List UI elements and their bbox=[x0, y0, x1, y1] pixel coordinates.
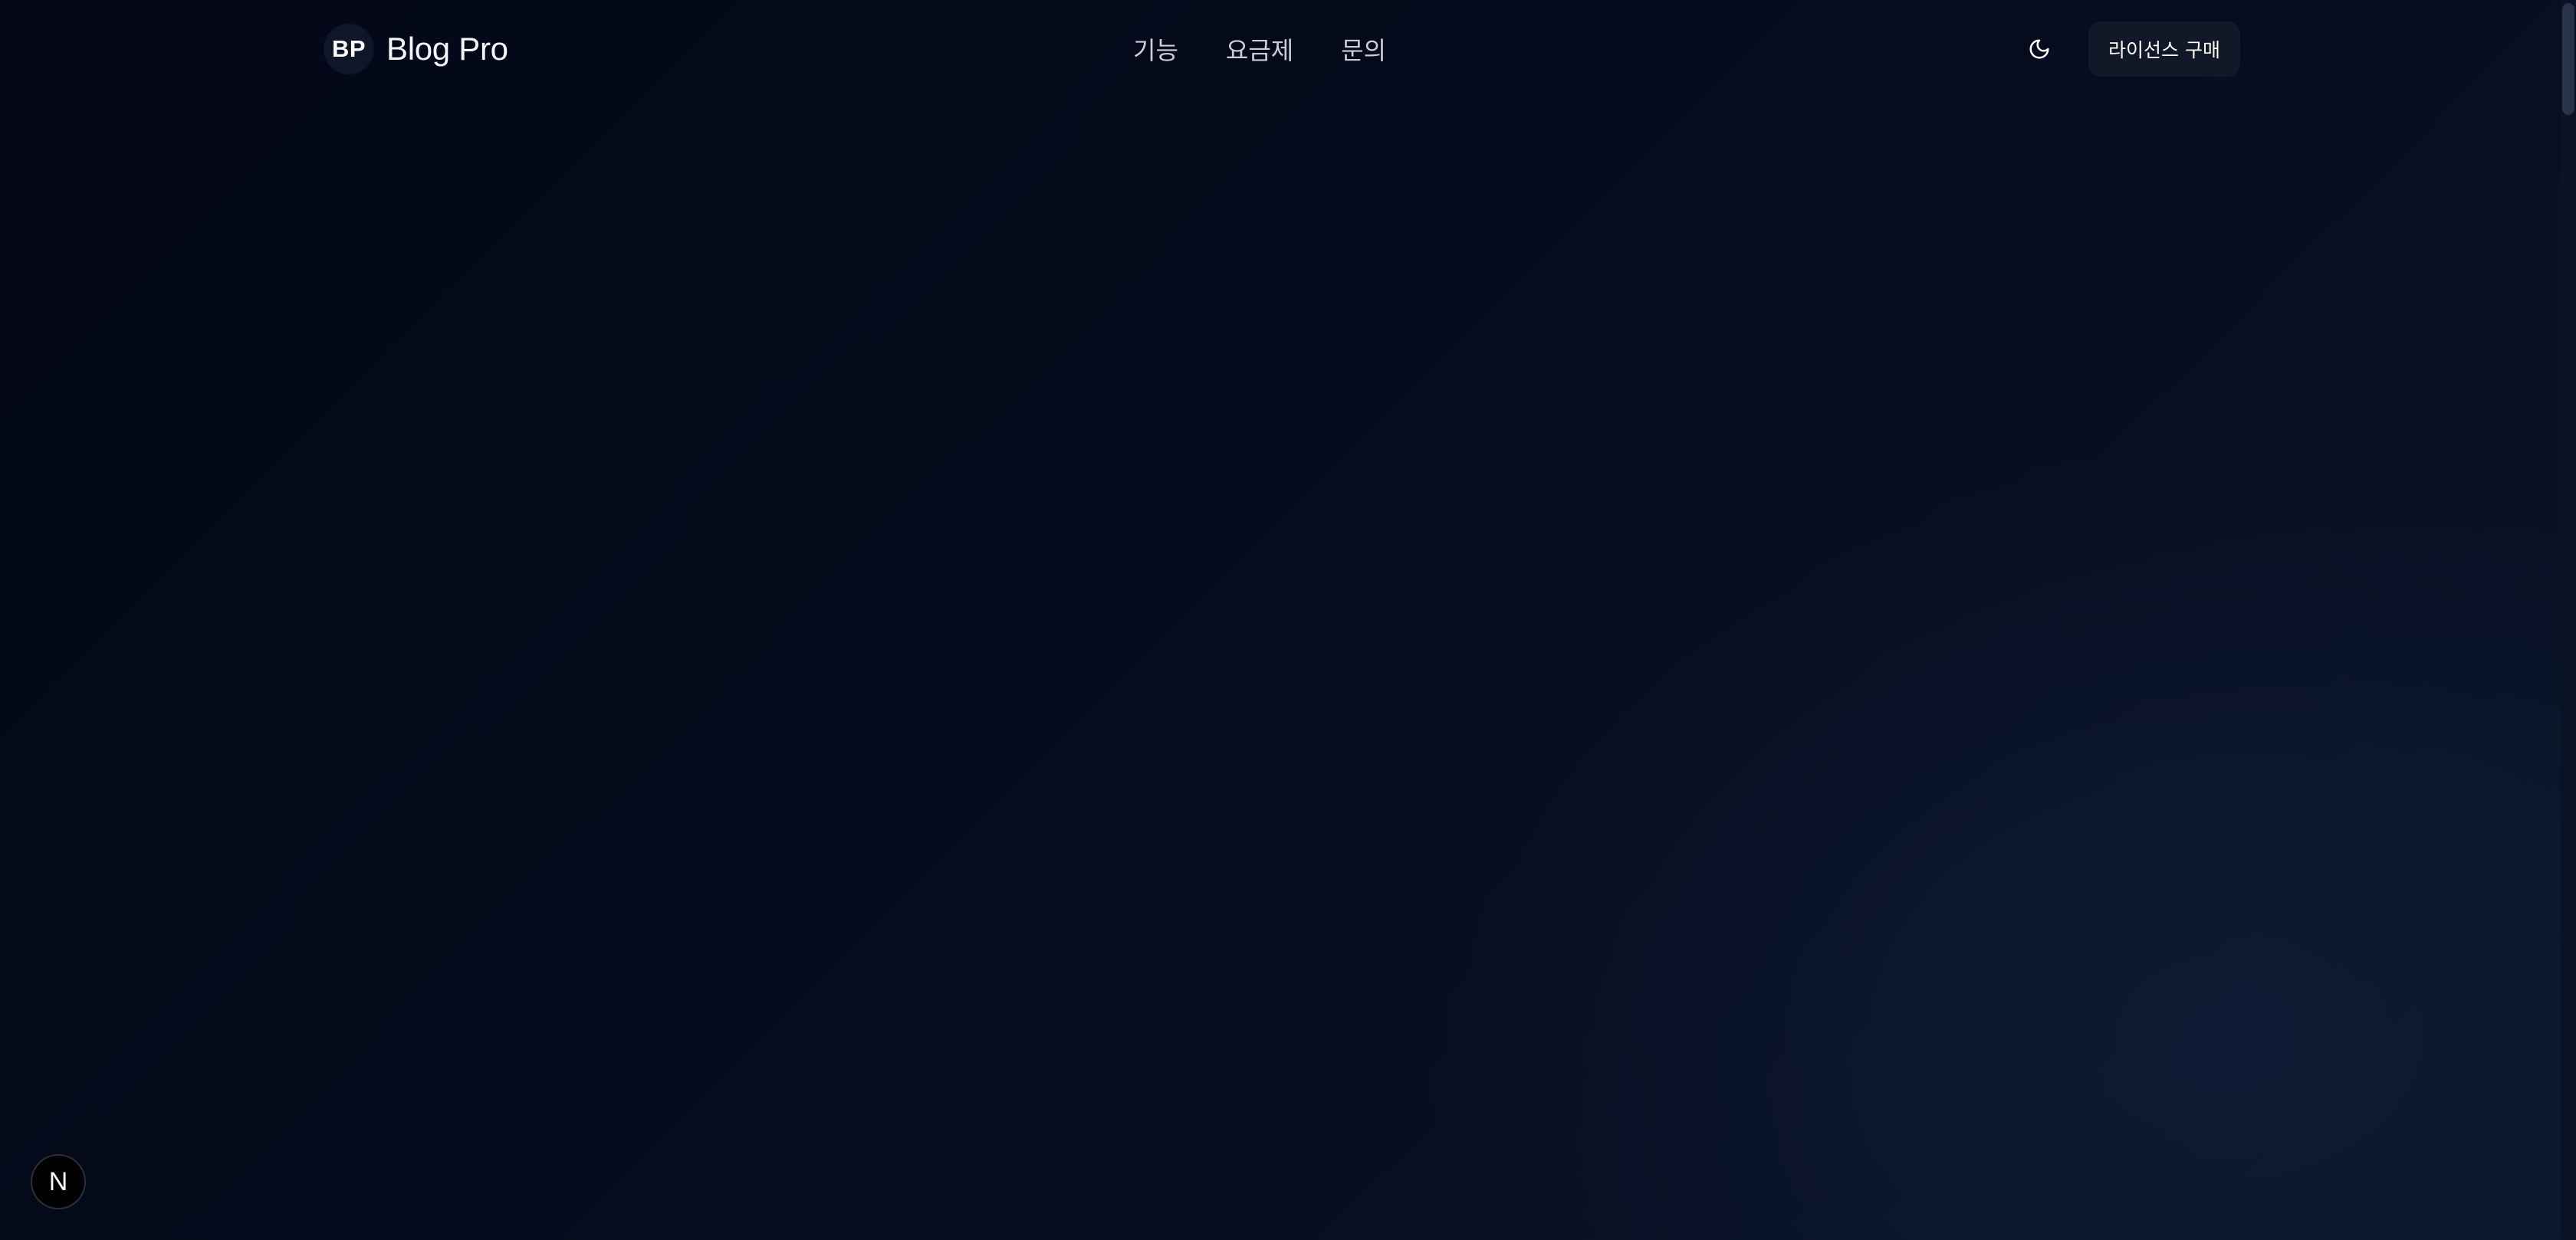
theme-toggle-button[interactable] bbox=[2016, 26, 2062, 72]
site-header: BP Blog Pro 기능 요금제 문의 라이선스 구매 bbox=[324, 21, 2240, 77]
nextjs-dev-indicator[interactable]: N bbox=[31, 1154, 86, 1209]
scrollbar-thumb[interactable] bbox=[2562, 3, 2574, 115]
nav-item-contact[interactable]: 문의 bbox=[1341, 31, 1386, 67]
moon-icon bbox=[2029, 39, 2049, 59]
brand-badge: BP bbox=[324, 24, 374, 74]
brand-logo-link[interactable]: BP Blog Pro bbox=[324, 21, 508, 77]
buy-license-button[interactable]: 라이선스 구매 bbox=[2088, 21, 2240, 77]
brand-name: Blog Pro bbox=[386, 31, 508, 67]
nav-item-features[interactable]: 기능 bbox=[1133, 31, 1178, 67]
main-nav: 기능 요금제 문의 bbox=[1133, 21, 1386, 77]
nav-item-pricing[interactable]: 요금제 bbox=[1226, 31, 1293, 67]
nextjs-logo-icon: N bbox=[48, 1166, 68, 1196]
page-scrollbar[interactable] bbox=[2561, 0, 2576, 1240]
